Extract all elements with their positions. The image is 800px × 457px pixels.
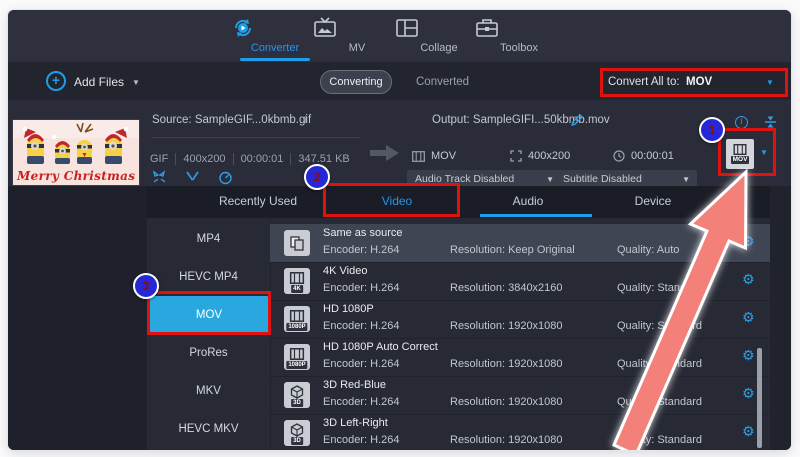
format-panel-header: Recently Used Video Audio Device bbox=[147, 186, 770, 218]
converting-tab[interactable]: Converting bbox=[320, 70, 392, 94]
output-resolution: 400x200 bbox=[510, 150, 570, 162]
compress-gauge-icon[interactable] bbox=[218, 170, 233, 185]
tab-collage[interactable]: Collage bbox=[394, 16, 484, 54]
output-info-icon[interactable]: i bbox=[735, 116, 748, 129]
sidebar-item-mp4[interactable]: MP4 bbox=[147, 220, 270, 258]
format-row-3d-left-right[interactable]: 3D 3D Left-Right Encoder: H.264 Resoluti… bbox=[270, 414, 770, 450]
toolbox-briefcase-icon bbox=[474, 16, 564, 40]
sidebar-item-mkv[interactable]: MKV bbox=[147, 372, 270, 410]
gear-icon[interactable]: ⚙ bbox=[742, 385, 755, 403]
top-navigation: Converter MV Collage bbox=[8, 10, 791, 63]
tab-label: Collage bbox=[394, 42, 484, 54]
film-icon: 1080P bbox=[284, 306, 310, 332]
film-icon bbox=[733, 144, 747, 155]
tab-label: Toolbox bbox=[474, 42, 564, 54]
format-button-label: MOV bbox=[731, 156, 750, 164]
source-format: GIF bbox=[150, 153, 176, 165]
convert-all-to-value[interactable]: MOV bbox=[686, 76, 712, 88]
panel-tab-video[interactable]: Video bbox=[337, 194, 457, 208]
clock-icon bbox=[613, 150, 625, 162]
right-background bbox=[770, 186, 791, 450]
output-duration: 00:00:01 bbox=[613, 150, 674, 162]
cube-3d-icon: 3D bbox=[284, 382, 310, 408]
converted-tab[interactable]: Converted bbox=[416, 76, 469, 88]
resize-icon bbox=[510, 150, 522, 162]
gear-icon[interactable]: ⚙ bbox=[742, 347, 755, 365]
format-row-3d-red-blue[interactable]: 3D 3D Red-Blue Encoder: H.264 Resolution… bbox=[270, 376, 770, 415]
annotation-step-2: 2 bbox=[304, 164, 330, 190]
active-panel-tab-underline bbox=[480, 214, 592, 217]
source-filename: Source: SampleGIF...0kbmb.gif bbox=[152, 114, 311, 126]
format-row-same-as-source[interactable]: Same as source Encoder: H.264 Resolution… bbox=[270, 224, 770, 263]
panel-tab-recently-used[interactable]: Recently Used bbox=[198, 194, 318, 208]
film-icon bbox=[412, 151, 425, 162]
format-row-4k-video[interactable]: 4K 4K Video Encoder: H.264 Resolution: 3… bbox=[270, 262, 770, 301]
gear-icon[interactable]: ⚙ bbox=[742, 309, 755, 327]
panel-tab-audio[interactable]: Audio bbox=[468, 194, 588, 208]
convert-all-to-label: Convert All to: bbox=[608, 76, 680, 88]
active-tab-underline bbox=[240, 58, 310, 61]
tab-label: MV bbox=[312, 42, 402, 54]
source-resolution: 400x200 bbox=[176, 153, 233, 165]
format-row-hd-1080p-auto-correct[interactable]: 1080P HD 1080P Auto Correct Encoder: H.2… bbox=[270, 338, 770, 377]
annotation-step-3: 3 bbox=[133, 273, 159, 299]
tab-mv[interactable]: MV bbox=[312, 16, 402, 54]
thumbnail-caption: Merry Christmas bbox=[16, 169, 135, 183]
collage-grid-icon bbox=[394, 16, 484, 40]
panel-tab-device[interactable]: Device bbox=[593, 194, 713, 208]
cut-icon[interactable] bbox=[185, 170, 200, 185]
sidebar-item-hevc-mkv[interactable]: HEVC MKV bbox=[147, 410, 270, 448]
tab-converter[interactable]: Converter bbox=[230, 16, 320, 54]
transfer-arrow-icon bbox=[370, 143, 400, 163]
add-files-button[interactable]: Add Files bbox=[74, 75, 124, 89]
file-tool-icons bbox=[152, 170, 233, 185]
file-list-background bbox=[8, 186, 147, 450]
copy-icon bbox=[284, 230, 310, 256]
converter-icon bbox=[230, 16, 320, 40]
source-info-icon[interactable]: i bbox=[300, 115, 311, 126]
rename-pencil-icon[interactable] bbox=[570, 113, 584, 127]
edit-icon[interactable] bbox=[152, 170, 167, 185]
file-thumbnail: Merry Christmas bbox=[12, 119, 140, 186]
app-window: Converter MV Collage bbox=[8, 10, 791, 450]
film-icon: 1080P bbox=[284, 344, 310, 370]
add-files-caret-icon[interactable]: ▼ bbox=[132, 78, 140, 87]
compress-icon[interactable] bbox=[764, 115, 777, 129]
format-button-caret-icon[interactable]: ▼ bbox=[760, 148, 768, 157]
sidebar-item-hevc-mp4[interactable]: HEVC MP4 bbox=[147, 258, 270, 296]
convert-all-caret-icon[interactable]: ▼ bbox=[766, 78, 774, 87]
scrollbar-thumb[interactable] bbox=[757, 348, 762, 448]
add-files-plus-icon[interactable]: + bbox=[46, 71, 66, 91]
tab-toolbox[interactable]: Toolbox bbox=[474, 16, 564, 54]
source-size: 347.51 KB bbox=[291, 153, 356, 165]
film-icon: 4K bbox=[284, 268, 310, 294]
gear-icon[interactable]: ⚙ bbox=[742, 423, 755, 441]
divider bbox=[152, 137, 360, 138]
annotation-step-1: 1 bbox=[699, 117, 725, 143]
gear-icon[interactable]: ⚙ bbox=[742, 271, 755, 289]
tab-label: Converter bbox=[230, 42, 320, 54]
sidebar-item-mov[interactable]: MOV bbox=[150, 296, 268, 334]
output-format-button[interactable]: MOV bbox=[726, 139, 754, 169]
format-row-hd-1080p[interactable]: 1080P HD 1080P Encoder: H.264 Resolution… bbox=[270, 300, 770, 339]
mv-tv-icon bbox=[312, 16, 402, 40]
gear-icon[interactable]: ⚙ bbox=[742, 233, 755, 251]
source-meta: GIF400x20000:00:01347.51 KB bbox=[150, 153, 357, 165]
sidebar-item-prores[interactable]: ProRes bbox=[147, 334, 270, 372]
source-duration: 00:00:01 bbox=[234, 153, 292, 165]
output-format: MOV bbox=[412, 150, 456, 162]
cube-3d-icon: 3D bbox=[284, 420, 310, 446]
